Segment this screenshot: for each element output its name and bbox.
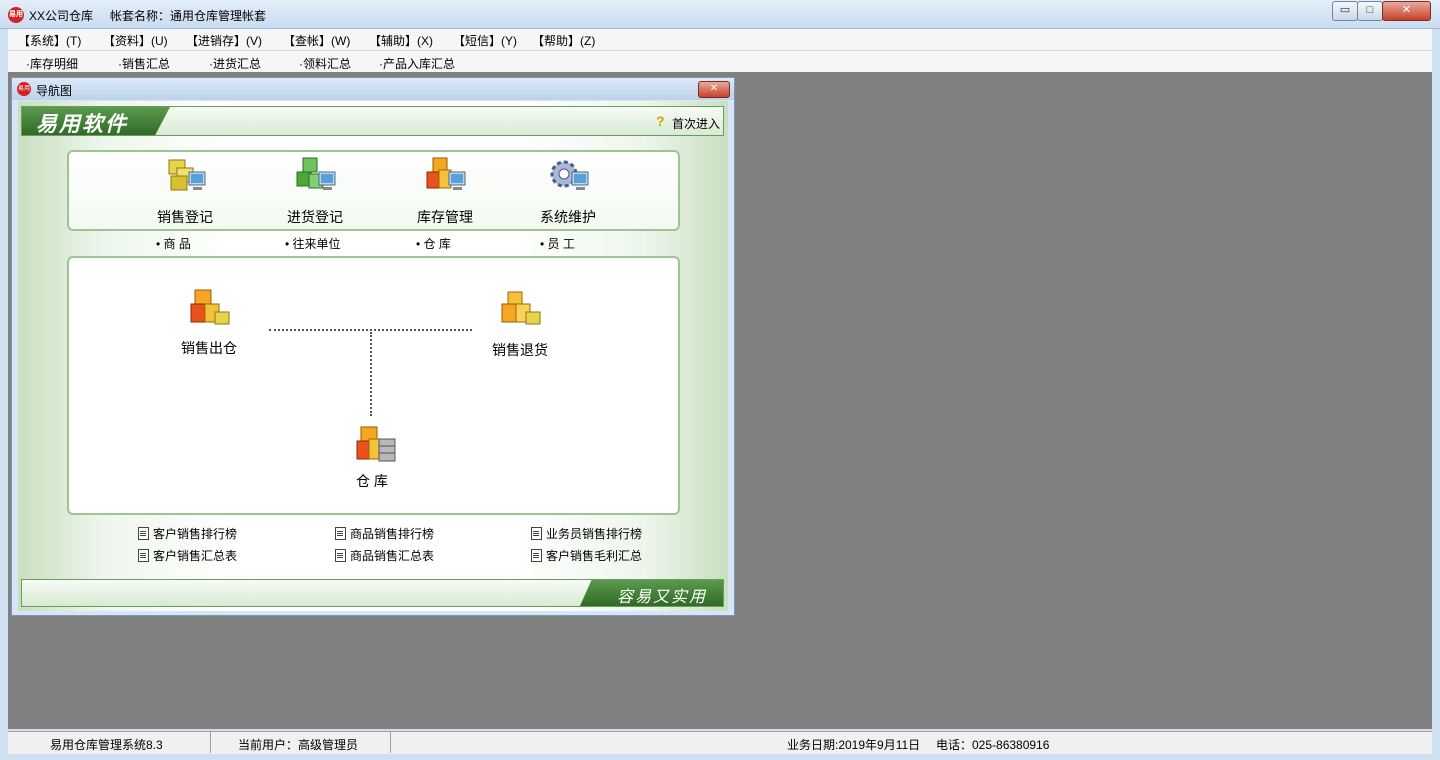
system-maintenance-module[interactable]: 系统维护 xyxy=(536,154,606,225)
quick-toolbar: ·库存明细 ·销售汇总 ·进货汇总 ·领料汇总 ·产品入库汇总 xyxy=(8,51,1432,73)
navigation-window-title-bar: 易用 导航图 ✕ xyxy=(12,78,734,100)
app-logo-icon: 易用 xyxy=(17,82,31,96)
system-maintenance-icon xyxy=(550,160,589,190)
toolbar-sales-summary[interactable]: ·销售汇总 xyxy=(118,55,170,72)
help-question-icon: ? xyxy=(656,113,665,129)
inventory-management-module[interactable]: 库存管理 xyxy=(413,154,483,225)
module-panel: 销售登记 进货登记 库存管理 系统维护 xyxy=(67,150,680,231)
sales-out-node[interactable]: 销售出仓 xyxy=(179,286,249,356)
purchase-register-module[interactable]: 进货登记 xyxy=(283,154,353,225)
header-banner: 易用软件 ? 首次进入 xyxy=(21,106,724,136)
document-icon xyxy=(335,549,346,562)
menu-system[interactable]: 【系统】(T) xyxy=(18,32,81,49)
module-label: 系统维护 xyxy=(540,209,596,225)
document-icon xyxy=(138,527,149,540)
warehouse-icon xyxy=(356,426,396,462)
flow-label: 仓 库 xyxy=(356,473,388,489)
close-button[interactable]: ✕ xyxy=(1382,1,1431,21)
sales-flow-panel: 销售出仓 销售退货 仓 库 xyxy=(67,256,680,515)
sub-link-products[interactable]: • 商 品 xyxy=(156,235,191,252)
sales-return-icon xyxy=(501,291,541,325)
sales-out-icon xyxy=(190,289,230,325)
module-label: 销售登记 xyxy=(157,209,213,225)
report-product-sales-summary[interactable]: 商品销售汇总表 xyxy=(335,547,434,564)
status-phone: 电话：025-86380916 xyxy=(936,738,1050,752)
toolbar-purchase-summary[interactable]: ·进货汇总 xyxy=(209,55,261,72)
account-title: 帐套名称：通用仓库管理帐套 xyxy=(110,9,267,23)
brand-banner: 易用软件 xyxy=(22,107,170,135)
menu-help[interactable]: 【帮助】(Z) xyxy=(532,32,595,49)
menu-sms[interactable]: 【短信】(Y) xyxy=(453,32,517,49)
sales-return-node[interactable]: 销售退货 xyxy=(490,288,560,358)
sub-link-warehouse[interactable]: • 仓 库 xyxy=(416,235,451,252)
document-icon xyxy=(531,549,542,562)
status-bar: 易用仓库管理系统8.3 当前用户：高级管理员 业务日期:2019年9月11日 电… xyxy=(8,731,1432,754)
warehouse-node[interactable]: 仓 库 xyxy=(353,423,413,493)
toolbar-inventory-detail[interactable]: ·库存明细 xyxy=(26,55,78,72)
report-customer-sales-summary[interactable]: 客户销售汇总表 xyxy=(138,547,237,564)
app-logo-icon: 易用 xyxy=(8,7,24,23)
menu-data[interactable]: 【资料】(U) xyxy=(103,32,168,49)
menu-tools[interactable]: 【辅助】(X) xyxy=(369,32,433,49)
flow-connector xyxy=(269,329,472,331)
sales-register-module[interactable]: 销售登记 xyxy=(153,154,223,225)
report-product-sales-ranking[interactable]: 商品销售排行榜 xyxy=(335,525,434,542)
flow-label: 销售出仓 xyxy=(181,340,237,356)
menu-accounts[interactable]: 【查帐】(W) xyxy=(283,32,350,49)
menu-bar: 【系统】(T) 【资料】(U) 【进销存】(V) 【查帐】(W) 【辅助】(X)… xyxy=(8,29,1432,51)
module-label: 进货登记 xyxy=(287,209,343,225)
menu-sales-purchase-inventory[interactable]: 【进销存】(V) xyxy=(186,32,262,49)
report-salesperson-ranking[interactable]: 业务员销售排行榜 xyxy=(531,525,642,542)
minimize-button[interactable]: ▭ xyxy=(1332,1,1358,21)
flow-connector xyxy=(370,332,372,416)
first-entry-link[interactable]: 首次进入 xyxy=(672,115,720,132)
toolbar-product-inbound-summary[interactable]: ·产品入库汇总 xyxy=(379,55,455,72)
status-current-user: 当前用户：高级管理员 xyxy=(238,738,359,752)
brand-name: 易用软件 xyxy=(36,113,128,136)
navigation-window-title: 导航图 xyxy=(36,84,73,98)
purchase-register-icon xyxy=(296,157,336,190)
inventory-management-icon xyxy=(426,157,466,190)
sub-link-employees[interactable]: • 员 工 xyxy=(540,235,575,252)
module-label: 库存管理 xyxy=(417,209,473,225)
app-title: XX公司仓库 xyxy=(29,9,94,23)
navigation-close-button[interactable]: ✕ xyxy=(698,81,730,98)
slogan-text: 容易又实用 xyxy=(617,589,708,606)
navigation-window: 易用 导航图 ✕ 易用软件 ? 首次进入 销售登记 进货登记 库存管理 系统维护… xyxy=(11,77,735,616)
document-icon xyxy=(531,527,542,540)
sales-register-icon xyxy=(168,159,206,191)
maximize-button[interactable]: □ xyxy=(1357,1,1383,21)
status-system-version: 易用仓库管理系统8.3 xyxy=(50,738,163,752)
flow-label: 销售退货 xyxy=(492,342,548,358)
report-customer-sales-ranking[interactable]: 客户销售排行榜 xyxy=(138,525,237,542)
toolbar-requisition-summary[interactable]: ·领料汇总 xyxy=(299,55,351,72)
footer-banner: 容易又实用 xyxy=(21,579,724,607)
document-icon xyxy=(335,527,346,540)
navigation-body: 易用软件 ? 首次进入 销售登记 进货登记 库存管理 系统维护 • 商 品 • … xyxy=(18,101,728,611)
window-title-bar: 易用 XX公司仓库 帐套名称：通用仓库管理帐套 ▭ □ ✕ xyxy=(0,0,1440,29)
document-icon xyxy=(138,549,149,562)
report-customer-gross-profit[interactable]: 客户销售毛利汇总 xyxy=(531,547,642,564)
status-business-date: 业务日期:2019年9月11日 xyxy=(787,738,921,752)
sub-link-partners[interactable]: • 往来单位 xyxy=(285,235,341,252)
